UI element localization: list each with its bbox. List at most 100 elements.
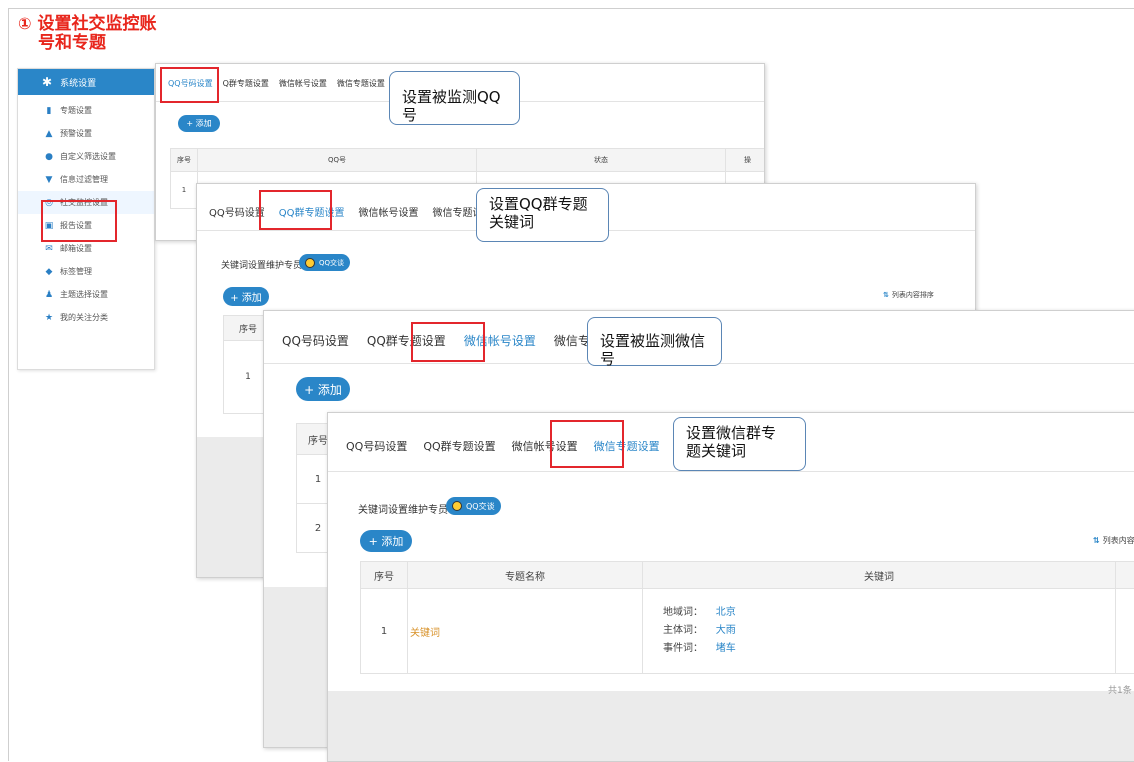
sidebar-item-favorites[interactable]: ★ 我的关注分类	[18, 306, 154, 329]
filter-icon: ▼	[44, 175, 54, 185]
sidebar-item-label: 主题选择设置	[60, 289, 108, 300]
keyword-value: 堵车	[716, 643, 736, 654]
keyword-line: 地域词： 北京	[663, 604, 1114, 622]
sidebar-header[interactable]: ✱ 系统设置	[18, 69, 154, 95]
highlight-tab-wxtopic	[550, 420, 624, 468]
callout-qq-group: 设置QQ群专题 关键词	[476, 188, 609, 242]
sidebar-item-topic[interactable]: ▮ 专题设置	[18, 99, 154, 122]
keyword-line: 主体词： 大雨	[663, 622, 1114, 640]
sidebar-item-label: 我的关注分类	[60, 312, 108, 323]
sort-list-link[interactable]: ⇅列表内容排序	[883, 290, 934, 300]
sidebar-item-label: 信息过滤管理	[60, 174, 108, 185]
bookmark-icon: ▮	[44, 106, 54, 116]
callout-text: 题关键词	[686, 442, 746, 460]
add-button[interactable]: + 添加	[296, 377, 350, 401]
heading-line2: 号和专题	[38, 33, 106, 53]
star-icon: ★	[44, 313, 54, 323]
add-button[interactable]: + 添加	[178, 115, 220, 132]
col-qq: QQ号	[198, 149, 477, 172]
callout-text: 设置QQ群专题	[489, 195, 588, 213]
delete-label[interactable]: 删	[1117, 629, 1134, 644]
pager-total: 共1条	[1108, 683, 1132, 696]
gear-icon: ✱	[42, 75, 52, 89]
tab-qq-group[interactable]: QQ群专题设置	[423, 438, 495, 454]
add-button[interactable]: + 添加	[223, 287, 269, 306]
callout-text: 设置被监测QQ号	[402, 88, 501, 124]
keyword-cell: 地域词： 北京 主体词： 大雨 事件词： 堵车	[643, 589, 1116, 674]
add-button[interactable]: + 添加	[360, 530, 412, 552]
sort-list-link[interactable]: ⇅列表内容	[1093, 535, 1134, 546]
tab-wechat-topic[interactable]: 微信专题设置	[337, 78, 385, 89]
row-no: 1	[171, 172, 198, 209]
sidebar-item-label: 预警设置	[60, 128, 92, 139]
tab-divider	[328, 471, 1134, 472]
sort-icon: ⇅	[1093, 536, 1100, 545]
sidebar-header-label: 系统设置	[60, 76, 96, 89]
col-no: 序号	[171, 149, 198, 172]
qq-penguin-icon	[452, 501, 462, 511]
tab-qq-group[interactable]: Q群专题设置	[223, 78, 269, 89]
sidebar-item-custom-filter[interactable]: ● 自定义筛选设置	[18, 145, 154, 168]
table-header-row: 序号 QQ号 状态 操	[171, 149, 766, 172]
sidebar-item-label: 自定义筛选设置	[60, 151, 116, 162]
trash-icon[interactable]: 🗑	[1117, 618, 1134, 629]
panel2-tabs: QQ号码设置 QQ群专题设置 微信帐号设置 微信专题设置	[209, 204, 493, 219]
qq-chat-button[interactable]: QQ交谈	[446, 497, 501, 515]
highlight-tab-qq	[160, 67, 219, 103]
tab-wechat-account[interactable]: 微信帐号设置	[359, 204, 419, 219]
table-row: 1 关键词 地域词： 北京 主体词： 大雨 事件词： 堵车 🗑 删	[361, 589, 1134, 674]
col-topic-name: 专题名称	[408, 562, 643, 589]
tag-icon: ◆	[44, 267, 54, 277]
qq-chat-label: QQ交谈	[319, 258, 344, 268]
keyword-value: 北京	[716, 607, 736, 618]
keyword-type: 事件词：	[663, 643, 703, 654]
mail-icon: ✉	[44, 244, 54, 254]
col-status: 状态	[477, 149, 726, 172]
sort-icon: ⇅	[883, 291, 889, 299]
sidebar-item-label: 专题设置	[60, 105, 92, 116]
keyword-type: 地域词：	[663, 607, 703, 618]
sidebar-item-label: 邮箱设置	[60, 243, 92, 254]
row-no: 1	[361, 589, 408, 674]
keyword-type: 主体词：	[663, 625, 703, 636]
panel-footer-bg	[328, 691, 1134, 761]
tab-qq-number[interactable]: QQ号码设置	[346, 438, 407, 454]
qq-chat-button[interactable]: QQ交谈	[299, 254, 350, 271]
maintainer-label: 关键词设置维护专员：	[221, 258, 311, 271]
heading-number: ①	[18, 14, 32, 33]
wechat-topic-table: 序号 专题名称 关键词 功 1 关键词 地域词： 北京 主体词： 大雨 事件词：…	[360, 561, 1134, 674]
qq-chat-label: QQ交谈	[466, 501, 495, 512]
sidebar-item-tags[interactable]: ◆ 标签管理	[18, 260, 154, 283]
callout-text: 关键词	[489, 213, 534, 231]
delete-cell[interactable]: 🗑 删	[1116, 589, 1134, 674]
keyword-line: 事件词： 堵车	[663, 640, 1114, 658]
qq-penguin-icon	[305, 258, 315, 268]
callout-text: 设置微信群专	[686, 424, 776, 442]
topic-name: 关键词	[408, 589, 643, 674]
tab-wechat-account[interactable]: 微信帐号设置	[279, 78, 327, 89]
sort-label: 列表内容	[1103, 535, 1134, 546]
tab-qq-number[interactable]: QQ号码设置	[282, 332, 349, 349]
table-header-row: 序号 专题名称 关键词 功	[361, 562, 1134, 589]
highlight-tab-qqgroup	[259, 190, 332, 230]
tab-qq-number[interactable]: QQ号码设置	[209, 204, 265, 219]
sidebar-item-theme[interactable]: ♟ 主题选择设置	[18, 283, 154, 306]
col-no: 序号	[361, 562, 408, 589]
maintainer-label: 关键词设置维护专员：	[358, 501, 458, 516]
col-op: 操	[726, 149, 766, 172]
heading: ① 设置社交监控账 号和专题	[18, 14, 156, 53]
sort-label: 列表内容排序	[892, 290, 934, 300]
keyword-value: 大雨	[716, 625, 736, 636]
highlight-tab-wxacct	[411, 322, 485, 362]
sidebar-item-label: 标签管理	[60, 266, 92, 277]
col-keywords: 关键词	[643, 562, 1116, 589]
compass-icon: ●	[44, 152, 54, 162]
shirt-icon: ♟	[44, 290, 54, 300]
warning-icon: ▲	[44, 129, 54, 139]
callout-wechat-account: 设置被监测微信号	[587, 317, 722, 366]
sidebar-item-alert[interactable]: ▲ 预警设置	[18, 122, 154, 145]
sidebar-item-info-filter[interactable]: ▼ 信息过滤管理	[18, 168, 154, 191]
highlight-sidebar-social	[41, 200, 117, 242]
callout-qq-number: 设置被监测QQ号	[389, 71, 520, 125]
heading-line1: 设置社交监控账	[37, 14, 156, 34]
